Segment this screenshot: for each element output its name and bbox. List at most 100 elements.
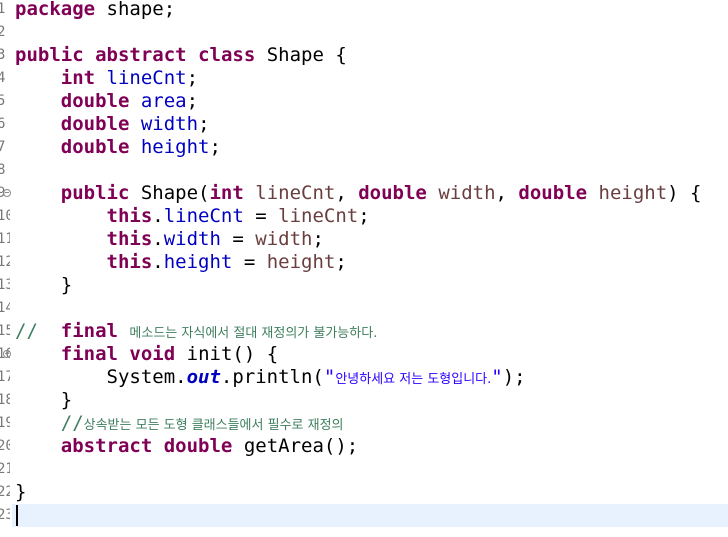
code-token: ;	[186, 90, 199, 112]
fold-toggle-icon[interactable]	[3, 189, 11, 197]
line-number: 6	[0, 116, 6, 132]
code-token: }	[15, 274, 73, 296]
code-line[interactable]: this.width = width;	[15, 228, 324, 251]
code-token: .	[152, 205, 164, 227]
code-token: "	[323, 366, 336, 388]
code-token: =	[243, 205, 279, 227]
code-line[interactable]: abstract double getArea();	[15, 435, 358, 458]
code-token: width	[140, 113, 199, 135]
line-number: 21	[0, 461, 10, 477]
line-number: 18	[0, 392, 10, 408]
java-code-editor[interactable]: 1 2 3 4 5 6 7 8 9 10 11 12 13 14 15 16 17 18 19 20 21 22 23 pa…	[0, 0, 728, 537]
code-token: lineCnt	[163, 205, 244, 227]
code-token: init() {	[175, 343, 279, 365]
code-token: .	[152, 251, 164, 273]
code-token: abstract	[95, 44, 187, 66]
code-token: height	[598, 182, 668, 204]
code-token: ;	[209, 136, 221, 158]
code-token: shape;	[95, 0, 176, 20]
code-token: "	[491, 366, 503, 388]
code-token: void	[129, 343, 176, 365]
line-number: 10	[0, 208, 10, 224]
line-number: 1	[0, 1, 6, 17]
code-token: =	[220, 228, 256, 250]
code-line[interactable]: System.out.println("안녕하세요 저는 도형입니다.");	[15, 366, 526, 389]
code-token: width	[255, 228, 313, 250]
code-line[interactable]: }	[15, 274, 72, 297]
code-token: final	[60, 343, 118, 365]
code-line[interactable]: double width;	[15, 113, 210, 136]
line-number: 15	[0, 323, 10, 339]
line-number: 8	[0, 162, 6, 178]
code-line[interactable]: public abstract class Shape {	[15, 44, 347, 67]
code-token: this	[106, 205, 153, 227]
code-token: package	[15, 0, 96, 20]
code-token: ;	[312, 228, 324, 250]
line-number: 11	[0, 231, 10, 247]
code-token: .	[152, 228, 164, 250]
code-token: ;	[198, 113, 210, 135]
code-token: ,	[495, 182, 519, 204]
code-line[interactable]: double height;	[15, 136, 221, 159]
code-token: System.	[15, 366, 187, 388]
code-line[interactable]: }	[15, 389, 72, 412]
current-line-highlight	[12, 504, 728, 527]
code-token: class	[198, 44, 256, 66]
code-token: );	[502, 366, 526, 388]
code-token: ,	[335, 182, 359, 204]
code-token: ;	[335, 251, 347, 273]
code-token: int	[60, 67, 96, 89]
code-line[interactable]: package shape;	[15, 0, 175, 21]
code-token: height	[266, 251, 336, 273]
code-token: 메소드는 자식에서 절대 재정의가 불가능하다.	[129, 326, 378, 341]
line-number: 13	[0, 277, 10, 293]
line-number: 23	[0, 507, 10, 523]
code-line[interactable]: int lineCnt;	[15, 67, 198, 90]
code-token: abstract	[60, 435, 153, 457]
line-number: 4	[0, 70, 6, 86]
code-token: public	[60, 182, 130, 204]
code-token: }	[15, 389, 73, 411]
code-token: }	[15, 481, 27, 503]
code-line[interactable]: public Shape(int lineCnt, double width, …	[15, 182, 702, 205]
code-line[interactable]: double area;	[15, 90, 198, 113]
code-line[interactable]: }	[15, 481, 26, 504]
code-line[interactable]: this.lineCnt = lineCnt;	[15, 205, 370, 228]
code-token: double	[60, 136, 130, 158]
code-token: .println(	[220, 366, 324, 388]
fold-toggle-icon[interactable]	[3, 350, 11, 358]
code-line[interactable]: // final 메소드는 자식에서 절대 재정의가 불가능하다.	[15, 320, 377, 343]
code-token: //	[15, 412, 84, 434]
code-token: width	[163, 228, 221, 250]
code-token: lineCnt	[106, 67, 187, 89]
code-token: double	[60, 90, 130, 112]
code-token: ) {	[667, 182, 702, 204]
code-line[interactable]: //상속받는 모든 도형 클래스들에서 필수로 재정의	[15, 412, 344, 435]
code-line[interactable]: this.height = height;	[15, 251, 347, 274]
code-token: 상속받는 모든 도형 클래스들에서 필수로 재정의	[83, 418, 344, 433]
code-line[interactable]: final void init() {	[15, 343, 278, 366]
line-number-ruler: 1 2 3 4 5 6 7 8 9 10 11 12 13 14 15 16 17 18 19 20 21 22 23	[0, 0, 12, 537]
text-caret	[16, 505, 18, 526]
code-token: //	[15, 320, 61, 342]
line-number: 2	[0, 24, 6, 40]
code-token: this	[106, 228, 153, 250]
code-token: =	[232, 251, 267, 273]
code-token: Shape(	[129, 182, 210, 204]
code-token: public	[15, 44, 84, 66]
